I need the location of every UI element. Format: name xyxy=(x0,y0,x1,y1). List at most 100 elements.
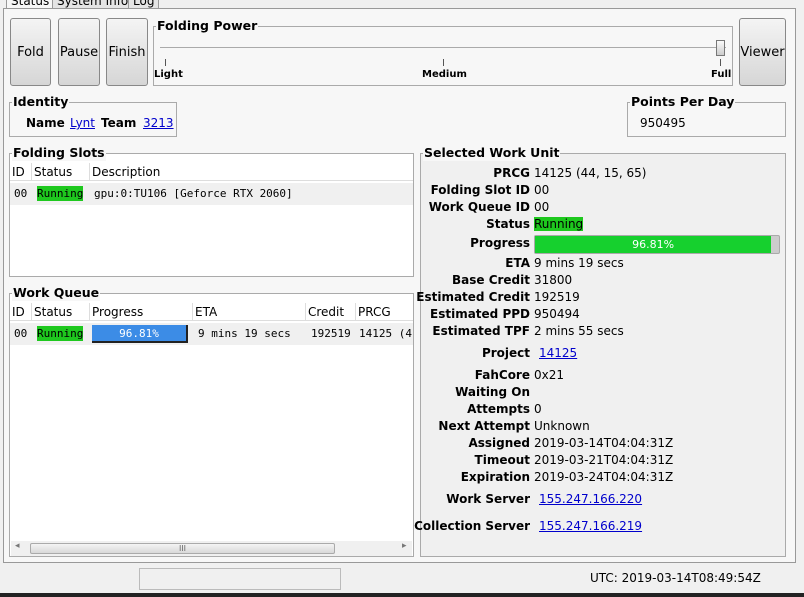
queue-credit: 192519 xyxy=(311,327,351,340)
label-estimated-ppd: Estimated PPD xyxy=(430,307,530,321)
value-prcg: 14125 (44, 15, 65) xyxy=(534,166,647,180)
work-queue-group: Work Queue ID Status Progress ETA Credit… xyxy=(9,285,414,557)
value-next-attempt: Unknown xyxy=(534,419,590,433)
col-prcg[interactable]: PRCG xyxy=(356,303,413,321)
team-link[interactable]: 3213 xyxy=(143,116,174,130)
work-queue-title: Work Queue xyxy=(12,285,101,301)
ppd-value: 950495 xyxy=(640,116,686,130)
progress-bar: 96.81% xyxy=(534,235,780,254)
slot-description: gpu:0:TU106 [Geforce RTX 2060] xyxy=(94,187,293,200)
slot-row[interactable]: 00 Running gpu:0:TU106 [Geforce RTX 2060… xyxy=(10,183,413,205)
selected-work-unit-title: Selected Work Unit xyxy=(423,145,561,161)
label-work-queue-id: Work Queue ID xyxy=(428,200,530,214)
ppd-title: Points Per Day xyxy=(630,94,736,110)
label-fahcore: FahCore xyxy=(474,368,530,382)
label-next-attempt: Next Attempt xyxy=(438,419,530,433)
fold-button[interactable]: Fold xyxy=(10,18,51,86)
scroll-right-icon[interactable]: ▸ xyxy=(402,541,407,551)
tab-log[interactable]: Log xyxy=(128,0,160,8)
queue-row[interactable]: 00 Running 96.81% 9 mins 19 secs 192519 … xyxy=(10,323,413,345)
queue-status: Running xyxy=(37,326,84,341)
identity-title: Identity xyxy=(12,94,70,110)
value-project[interactable]: 14125 xyxy=(539,346,577,360)
team-label: Team xyxy=(101,116,137,130)
window-bottom-edge xyxy=(0,593,804,597)
tick-medium xyxy=(443,59,444,66)
name-link[interactable]: Lynt xyxy=(70,116,95,130)
power-slider-track[interactable] xyxy=(160,47,726,48)
progress-fill: 96.81% xyxy=(535,236,772,253)
tick-full xyxy=(720,59,721,66)
ppd-group: Points Per Day 950495 xyxy=(627,94,786,137)
label-eta: ETA xyxy=(505,256,530,270)
col-description[interactable]: Description xyxy=(90,163,413,181)
value-eta: 9 mins 19 secs xyxy=(534,256,624,270)
progress-text: 96.81% xyxy=(632,238,675,251)
label-timeout: Timeout xyxy=(474,453,530,467)
value-timeout: 2019-03-21T04:04:31Z xyxy=(534,453,674,467)
col-status[interactable]: Status xyxy=(32,163,90,181)
col-id[interactable]: ID xyxy=(10,303,32,321)
value-estimated-tpf: 2 mins 55 secs xyxy=(534,324,624,338)
queue-eta: 9 mins 19 secs xyxy=(198,327,291,340)
queue-progress-bar: 96.81% xyxy=(92,325,188,343)
folding-power-title: Folding Power xyxy=(156,18,259,34)
scroll-left-icon[interactable]: ◂ xyxy=(15,541,20,551)
value-folding-slot-id: 00 xyxy=(534,183,550,197)
tick-light xyxy=(165,59,166,66)
tab-system-info[interactable]: System Info xyxy=(52,0,134,8)
folding-slots-title: Folding Slots xyxy=(12,145,106,161)
label-waiting-on: Waiting On xyxy=(455,385,530,399)
folding-power-group: Folding Power Light Medium Full xyxy=(153,18,733,86)
pause-button[interactable]: Pause xyxy=(58,18,100,86)
label-status: Status xyxy=(486,217,530,231)
value-estimated-credit: 192519 xyxy=(534,290,580,304)
value-fahcore: 0x21 xyxy=(534,368,565,382)
col-progress[interactable]: Progress xyxy=(90,303,193,321)
label-expiration: Expiration xyxy=(460,470,530,484)
label-folding-slot-id: Folding Slot ID xyxy=(430,183,530,197)
tick-label-medium: Medium xyxy=(422,69,467,80)
col-status[interactable]: Status xyxy=(32,303,90,321)
slots-header: ID Status Description xyxy=(10,163,413,181)
label-progress: Progress xyxy=(470,236,530,250)
col-eta[interactable]: ETA xyxy=(193,303,306,321)
label-project: Project xyxy=(481,346,530,360)
label-work-server: Work Server xyxy=(446,492,530,506)
value-status: Running xyxy=(534,217,584,231)
value-work-queue-id: 00 xyxy=(534,200,550,214)
viewer-button[interactable]: Viewer xyxy=(739,18,786,86)
value-expiration: 2019-03-24T04:04:31Z xyxy=(534,470,674,484)
finish-button[interactable]: Finish xyxy=(106,18,148,86)
scroll-thumb[interactable]: III xyxy=(30,543,335,554)
value-attempts: 0 xyxy=(534,402,542,416)
tick-label-light: Light xyxy=(154,69,183,80)
horizontal-scrollbar[interactable]: ◂ III ▸ xyxy=(11,541,412,556)
folding-slots-group: Folding Slots ID Status Description 00 R… xyxy=(9,145,414,277)
value-collection-server[interactable]: 155.247.166.219 xyxy=(539,519,642,533)
label-assigned: Assigned xyxy=(468,436,530,450)
label-base-credit: Base Credit xyxy=(451,273,530,287)
value-work-server[interactable]: 155.247.166.220 xyxy=(539,492,642,506)
label-collection-server: Collection Server xyxy=(414,519,530,533)
label-attempts: Attempts xyxy=(467,402,530,416)
label-estimated-tpf: Estimated TPF xyxy=(432,324,530,338)
power-slider-handle[interactable] xyxy=(716,40,725,56)
name-label: Name xyxy=(26,116,65,130)
slot-id: 00 xyxy=(14,187,28,200)
value-base-credit: 31800 xyxy=(534,273,573,287)
queue-progress-text: 96.81% xyxy=(119,327,159,340)
queue-prcg: 14125 (4 xyxy=(359,327,412,340)
tab-status[interactable]: Status xyxy=(6,0,55,8)
status-bar-field xyxy=(139,568,341,590)
queue-header: ID Status Progress ETA Credit PRCG xyxy=(10,303,413,321)
label-prcg: PRCG xyxy=(493,166,530,180)
col-credit[interactable]: Credit xyxy=(306,303,356,321)
value-estimated-ppd: 950494 xyxy=(534,307,580,321)
utc-clock: UTC: 2019-03-14T08:49:54Z xyxy=(590,571,761,585)
tick-label-full: Full xyxy=(711,69,732,80)
identity-group: Identity Name Lynt Team 3213 xyxy=(9,94,177,137)
value-assigned: 2019-03-14T04:04:31Z xyxy=(534,436,674,450)
queue-id: 00 xyxy=(14,327,28,340)
col-id[interactable]: ID xyxy=(10,163,32,181)
